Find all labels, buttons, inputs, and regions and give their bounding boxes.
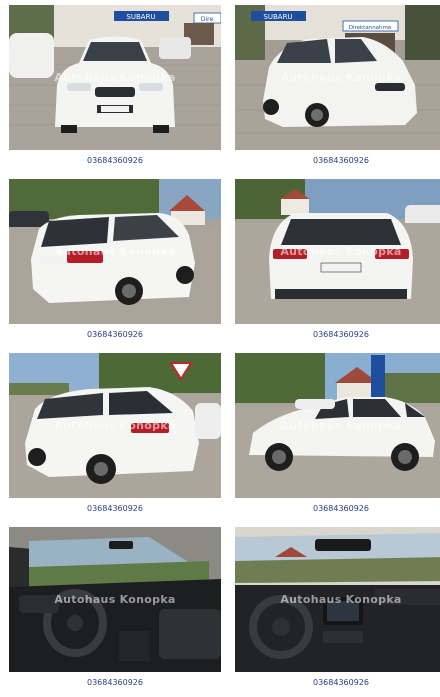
photo-gallery: SUBARU Dire Autohaus Konopka 03684360926…	[0, 0, 440, 687]
photo-caption: 03684360926	[313, 330, 369, 339]
gallery-item: SUBARU Direktannahme Autohaus Konopka 03…	[235, 5, 440, 175]
photo-caption: 03684360926	[313, 678, 369, 687]
photo-caption: 03684360926	[87, 504, 143, 513]
gallery-item: Autohaus Konopka 03684360926	[235, 527, 440, 697]
photo-caption: 03684360926	[313, 156, 369, 165]
gallery-item: Autohaus Konopka 03684360926	[9, 179, 221, 349]
photo-caption: 03684360926	[87, 156, 143, 165]
watermark: Autohaus Konopka	[280, 245, 402, 258]
gallery-item: Autohaus Konopka 03684360926	[9, 353, 221, 523]
photo-caption: 03684360926	[313, 504, 369, 513]
watermark: Autohaus Konopka	[54, 419, 176, 432]
dealer-sign-text: Dire	[201, 16, 214, 23]
watermark: Autohaus Konopka	[54, 593, 176, 606]
dealer-sign-text: Direktannahme	[349, 25, 392, 31]
watermark: Autohaus Konopka	[54, 71, 176, 84]
photo-caption: 03684360926	[87, 330, 143, 339]
watermark: Autohaus Konopka	[54, 245, 176, 258]
watermark: Autohaus Konopka	[280, 419, 402, 432]
gallery-item: Autohaus Konopka 03684360926	[9, 527, 221, 697]
gallery-item: SUBARU Dire Autohaus Konopka 03684360926	[9, 5, 221, 175]
photo-caption: 03684360926	[87, 678, 143, 687]
gallery-item: Autohaus Konopka 03684360926	[235, 179, 440, 349]
gallery-item: Autohaus Konopka 03684360926	[235, 353, 440, 523]
watermark: Autohaus Konopka	[280, 593, 402, 606]
dealer-sign-text: SUBARU	[126, 13, 155, 21]
watermark: Autohaus Konopka	[280, 71, 402, 84]
dealer-sign-text: SUBARU	[263, 13, 292, 21]
